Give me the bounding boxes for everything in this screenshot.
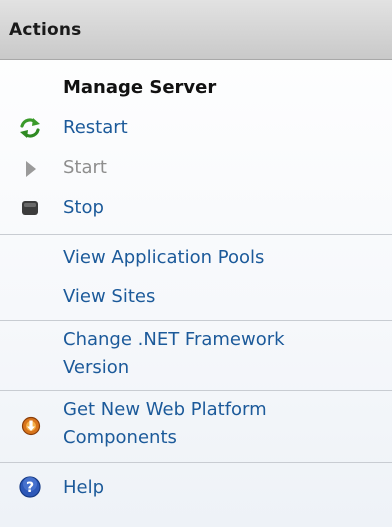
separator	[0, 234, 392, 235]
stop-square-icon	[22, 201, 38, 215]
actions-title: Actions	[9, 20, 82, 40]
stop-action[interactable]: Stop	[0, 190, 392, 226]
change-net-framework-action[interactable]: Change .NET Framework Version	[0, 326, 392, 386]
get-web-platform-line2: Components	[63, 427, 177, 448]
refresh-arrows-icon	[20, 118, 40, 138]
view-app-pools-link[interactable]: View Application Pools	[63, 240, 264, 276]
web-platform-installer-icon	[21, 416, 41, 436]
change-net-framework-line1: Change .NET Framework	[63, 329, 285, 350]
actions-header: Actions	[0, 0, 392, 60]
view-sites-link[interactable]: View Sites	[63, 279, 155, 315]
view-sites-action[interactable]: View Sites	[0, 279, 392, 315]
play-triangle-icon	[26, 161, 36, 177]
get-web-platform-line1: Get New Web Platform	[63, 399, 267, 420]
change-net-framework-link[interactable]: Change .NET Framework Version	[63, 326, 285, 382]
change-net-framework-line2: Version	[63, 357, 130, 378]
question-mark-icon: ?	[19, 476, 41, 498]
view-app-pools-action[interactable]: View Application Pools	[0, 240, 392, 276]
get-web-platform-link[interactable]: Get New Web Platform Components	[63, 396, 267, 452]
separator	[0, 390, 392, 391]
get-web-platform-action[interactable]: Get New Web Platform Components	[0, 396, 392, 456]
actions-pane: Actions Manage Server Restart Start Stop…	[0, 0, 392, 527]
separator	[0, 462, 392, 463]
svg-text:?: ?	[26, 480, 34, 496]
manage-server-heading: Manage Server	[63, 77, 217, 98]
separator	[0, 320, 392, 321]
manage-server-heading-row: Manage Server	[0, 70, 392, 106]
help-link[interactable]: Help	[63, 470, 104, 506]
start-link: Start	[63, 157, 107, 178]
restart-link[interactable]: Restart	[63, 110, 128, 146]
start-action: Start	[0, 150, 392, 186]
stop-link[interactable]: Stop	[63, 190, 104, 226]
restart-action[interactable]: Restart	[0, 110, 392, 146]
help-action[interactable]: ? Help	[0, 470, 392, 506]
